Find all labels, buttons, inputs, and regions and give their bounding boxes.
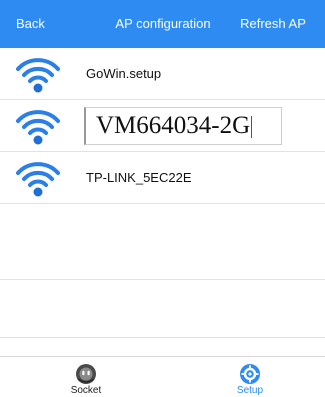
- ssid-edit-value: VM664034-2G: [96, 112, 251, 139]
- ap-row-gowin-setup[interactable]: GoWin.setup: [0, 48, 325, 100]
- ssid-edit-field[interactable]: VM664034-2G: [84, 107, 282, 145]
- tab-setup-label: Setup: [236, 385, 264, 396]
- back-button[interactable]: Back: [16, 0, 76, 48]
- text-cursor: [251, 116, 253, 139]
- setup-icon: [240, 364, 260, 384]
- ap-row-vm664034-2g[interactable]: VM664034-2G: [0, 100, 325, 152]
- page-title: AP configuration: [115, 16, 211, 31]
- ap-ssid: GoWin.setup: [86, 66, 162, 81]
- bottom-tab-bar: Socket Setup: [0, 356, 325, 396]
- wifi-icon: [14, 157, 62, 201]
- tab-socket[interactable]: Socket: [46, 357, 126, 397]
- wifi-icon: [14, 53, 62, 97]
- socket-icon: [76, 364, 96, 384]
- wifi-icon: [14, 105, 62, 149]
- refresh-ap-button[interactable]: Refresh AP: [226, 0, 320, 48]
- empty-row: [0, 280, 325, 338]
- ap-ssid: TP-LINK_5EC22E: [86, 170, 192, 185]
- empty-row: [0, 204, 325, 280]
- top-navigation-bar: Back AP configuration Refresh AP: [0, 0, 325, 48]
- ap-row-tp-link[interactable]: TP-LINK_5EC22E: [0, 152, 325, 204]
- tab-socket-label: Socket: [70, 385, 102, 396]
- tab-setup[interactable]: Setup: [210, 357, 290, 397]
